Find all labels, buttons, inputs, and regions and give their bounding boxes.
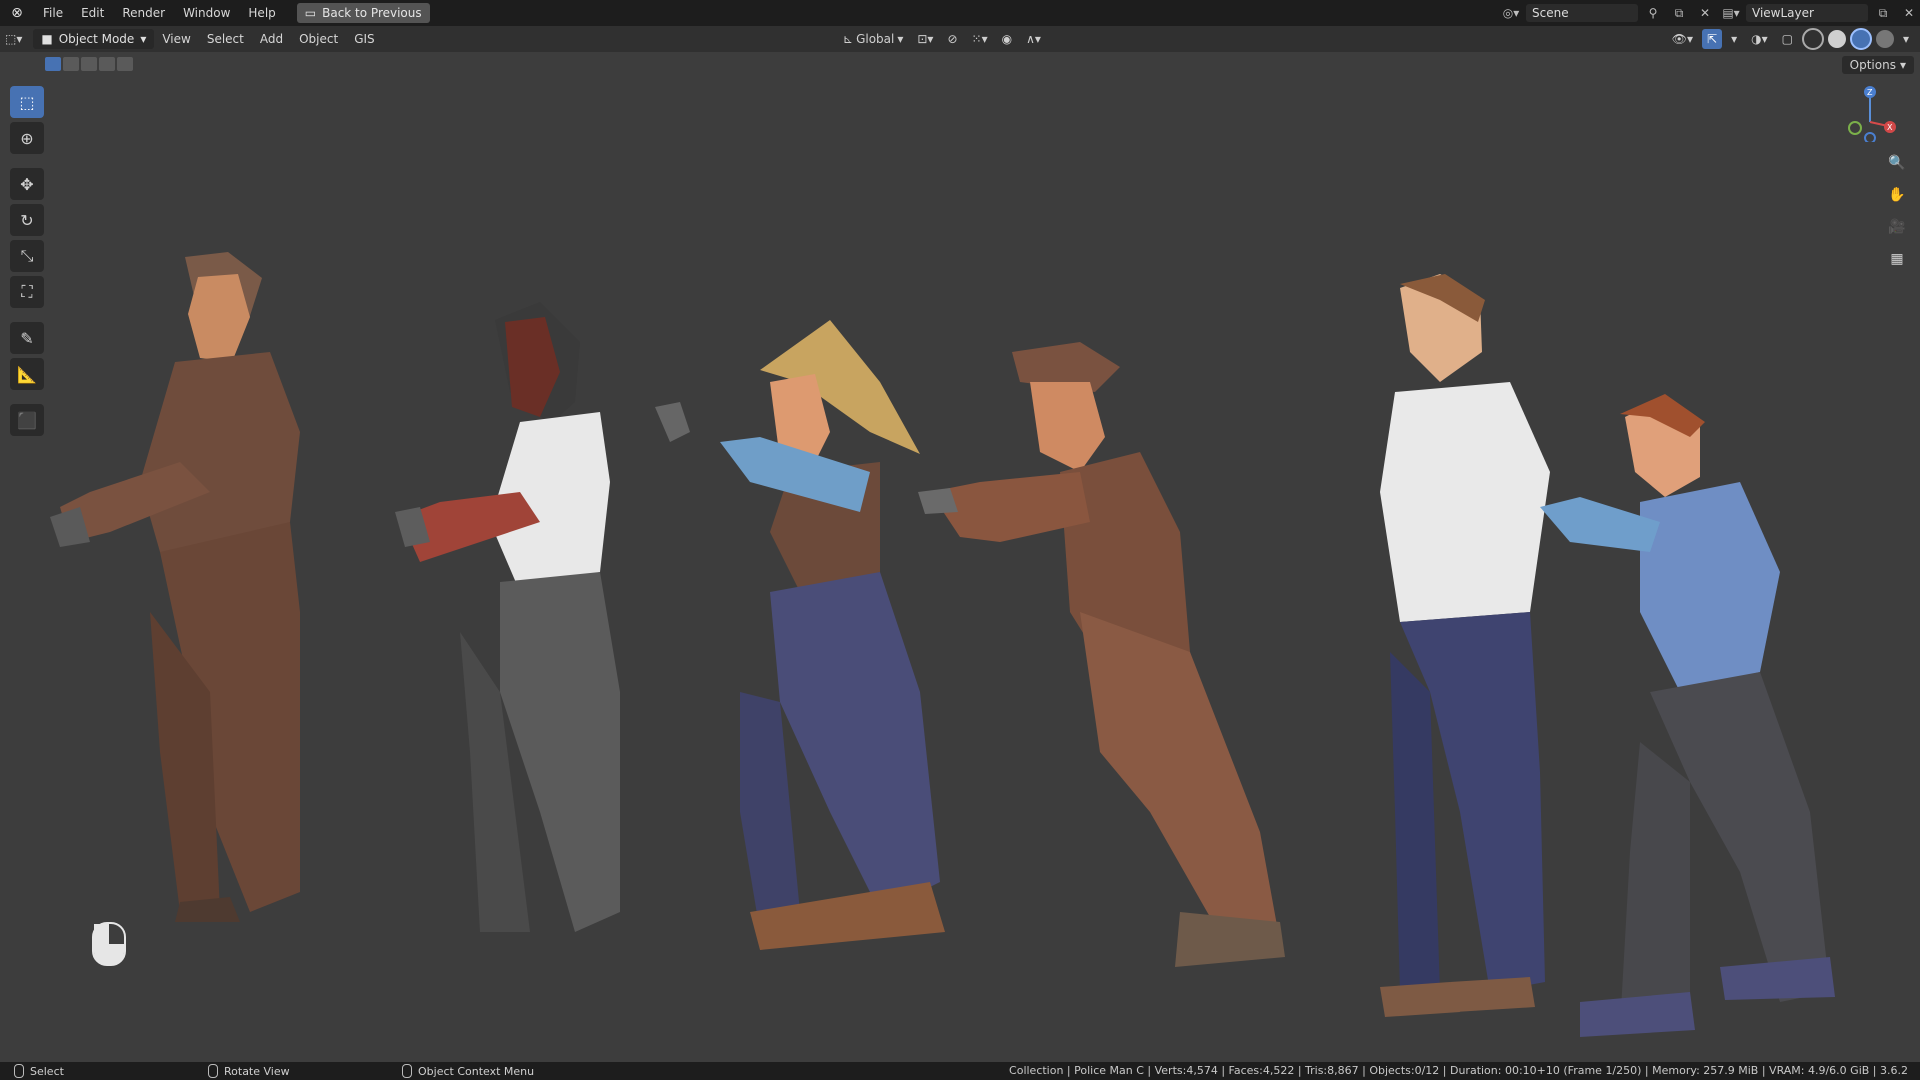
scene-render [50, 252, 1835, 1037]
3d-viewport[interactable]: Options ▾ ⬚ ⊕ ✥ ↻ ⤡ ⛶ ✎ 📐 ⬛ Z X 🔍 ✋ 🎥 ▦ [0, 52, 1920, 1062]
status-select: Select [14, 1064, 194, 1078]
gizmo-dropdown-icon[interactable]: ▾ [1726, 29, 1742, 49]
view-layer-selector-icon[interactable]: ▤▾ [1720, 4, 1742, 22]
status-rotate: Rotate View [208, 1064, 388, 1078]
status-select-label: Select [30, 1064, 64, 1078]
mode-selector[interactable]: ■ Object Mode ▾ [33, 29, 155, 49]
character-3 [655, 320, 945, 950]
chevron-down-icon: ▾ [140, 32, 147, 46]
snap-toggle-icon[interactable]: ⊘ [942, 29, 962, 49]
mouse-left-icon [14, 1064, 24, 1078]
rendered-shading-icon[interactable] [1875, 30, 1894, 48]
top-bar: ⊗ File Edit Render Window Help ▭ Back to… [0, 0, 1920, 26]
mouse-middle-icon [208, 1064, 218, 1078]
status-context-label: Object Context Menu [418, 1064, 535, 1078]
character-6 [1540, 394, 1835, 1037]
new-scene-icon[interactable]: ⧉ [1668, 4, 1690, 22]
menu-view[interactable]: View [154, 26, 198, 52]
menu-object[interactable]: Object [291, 26, 346, 52]
scene-field[interactable]: Scene [1526, 4, 1638, 22]
scene-selector-icon[interactable]: ◎▾ [1500, 4, 1522, 22]
object-mode-icon: ■ [41, 32, 53, 46]
editor-type-icon[interactable]: ⬚▾ [0, 29, 27, 49]
proportional-edit-icon[interactable]: ◉ [997, 29, 1017, 49]
wireframe-shading-icon[interactable] [1801, 28, 1824, 50]
chevron-down-icon: ▾ [897, 32, 904, 46]
menu-file[interactable]: File [34, 0, 72, 26]
blender-logo-icon[interactable]: ⊗ [0, 5, 34, 21]
scene-statistics: Collection | Police Man C | Verts:4,574 … [1009, 1064, 1908, 1077]
character-5 [1380, 274, 1550, 1017]
xray-icon[interactable]: ▢ [1777, 29, 1798, 49]
pivot-icon[interactable]: ⊡▾ [912, 29, 938, 49]
mouse-right-icon [402, 1064, 412, 1078]
snap-target-icon[interactable]: ⁙▾ [967, 29, 993, 49]
back-to-previous-button[interactable]: ▭ Back to Previous [296, 3, 430, 23]
menu-select[interactable]: Select [199, 26, 252, 52]
delete-scene-icon[interactable]: ✕ [1694, 4, 1716, 22]
menu-add[interactable]: Add [252, 26, 291, 52]
new-view-layer-icon[interactable]: ⧉ [1872, 4, 1894, 22]
scene-name: Scene [1532, 6, 1569, 20]
mode-label: Object Mode [58, 32, 135, 46]
back-to-previous-label: Back to Previous [322, 6, 422, 20]
orientation-label: Global [856, 32, 895, 46]
screen-icon: ▭ [304, 6, 317, 20]
viewport-header: ⬚▾ ■ Object Mode ▾ View Select Add Objec… [0, 26, 1920, 52]
solid-shading-icon[interactable] [1827, 30, 1846, 48]
overlay-icon[interactable]: ◑▾ [1746, 29, 1773, 49]
orientation-selector[interactable]: ⊾ Global ▾ [838, 29, 908, 49]
menu-edit[interactable]: Edit [72, 0, 113, 26]
material-shading-icon[interactable] [1849, 28, 1872, 50]
status-context: Object Context Menu [402, 1064, 582, 1078]
pin-icon[interactable]: ⚲ [1642, 4, 1664, 22]
gizmo-toggle-icon[interactable]: ⇱ [1702, 29, 1723, 49]
menu-window[interactable]: Window [174, 0, 239, 26]
orientation-icon: ⊾ [843, 32, 854, 46]
menu-render[interactable]: Render [113, 0, 174, 26]
menu-help[interactable]: Help [239, 0, 284, 26]
character-4 [918, 342, 1285, 967]
status-rotate-label: Rotate View [224, 1064, 290, 1078]
menu-gis[interactable]: GIS [346, 26, 382, 52]
shading-options-icon[interactable]: ▾ [1898, 29, 1914, 49]
character-2 [395, 302, 620, 932]
view-layer-name: ViewLayer [1752, 6, 1814, 20]
character-1 [50, 252, 300, 922]
visibility-icon[interactable]: 👁▾ [1667, 29, 1698, 49]
status-bar: Select Rotate View Object Context Menu C… [0, 1062, 1920, 1080]
falloff-icon[interactable]: ∧▾ [1021, 29, 1046, 49]
delete-view-layer-icon[interactable]: ✕ [1898, 4, 1920, 22]
mouse-hint-icon [92, 922, 126, 966]
view-layer-field[interactable]: ViewLayer [1746, 4, 1868, 22]
